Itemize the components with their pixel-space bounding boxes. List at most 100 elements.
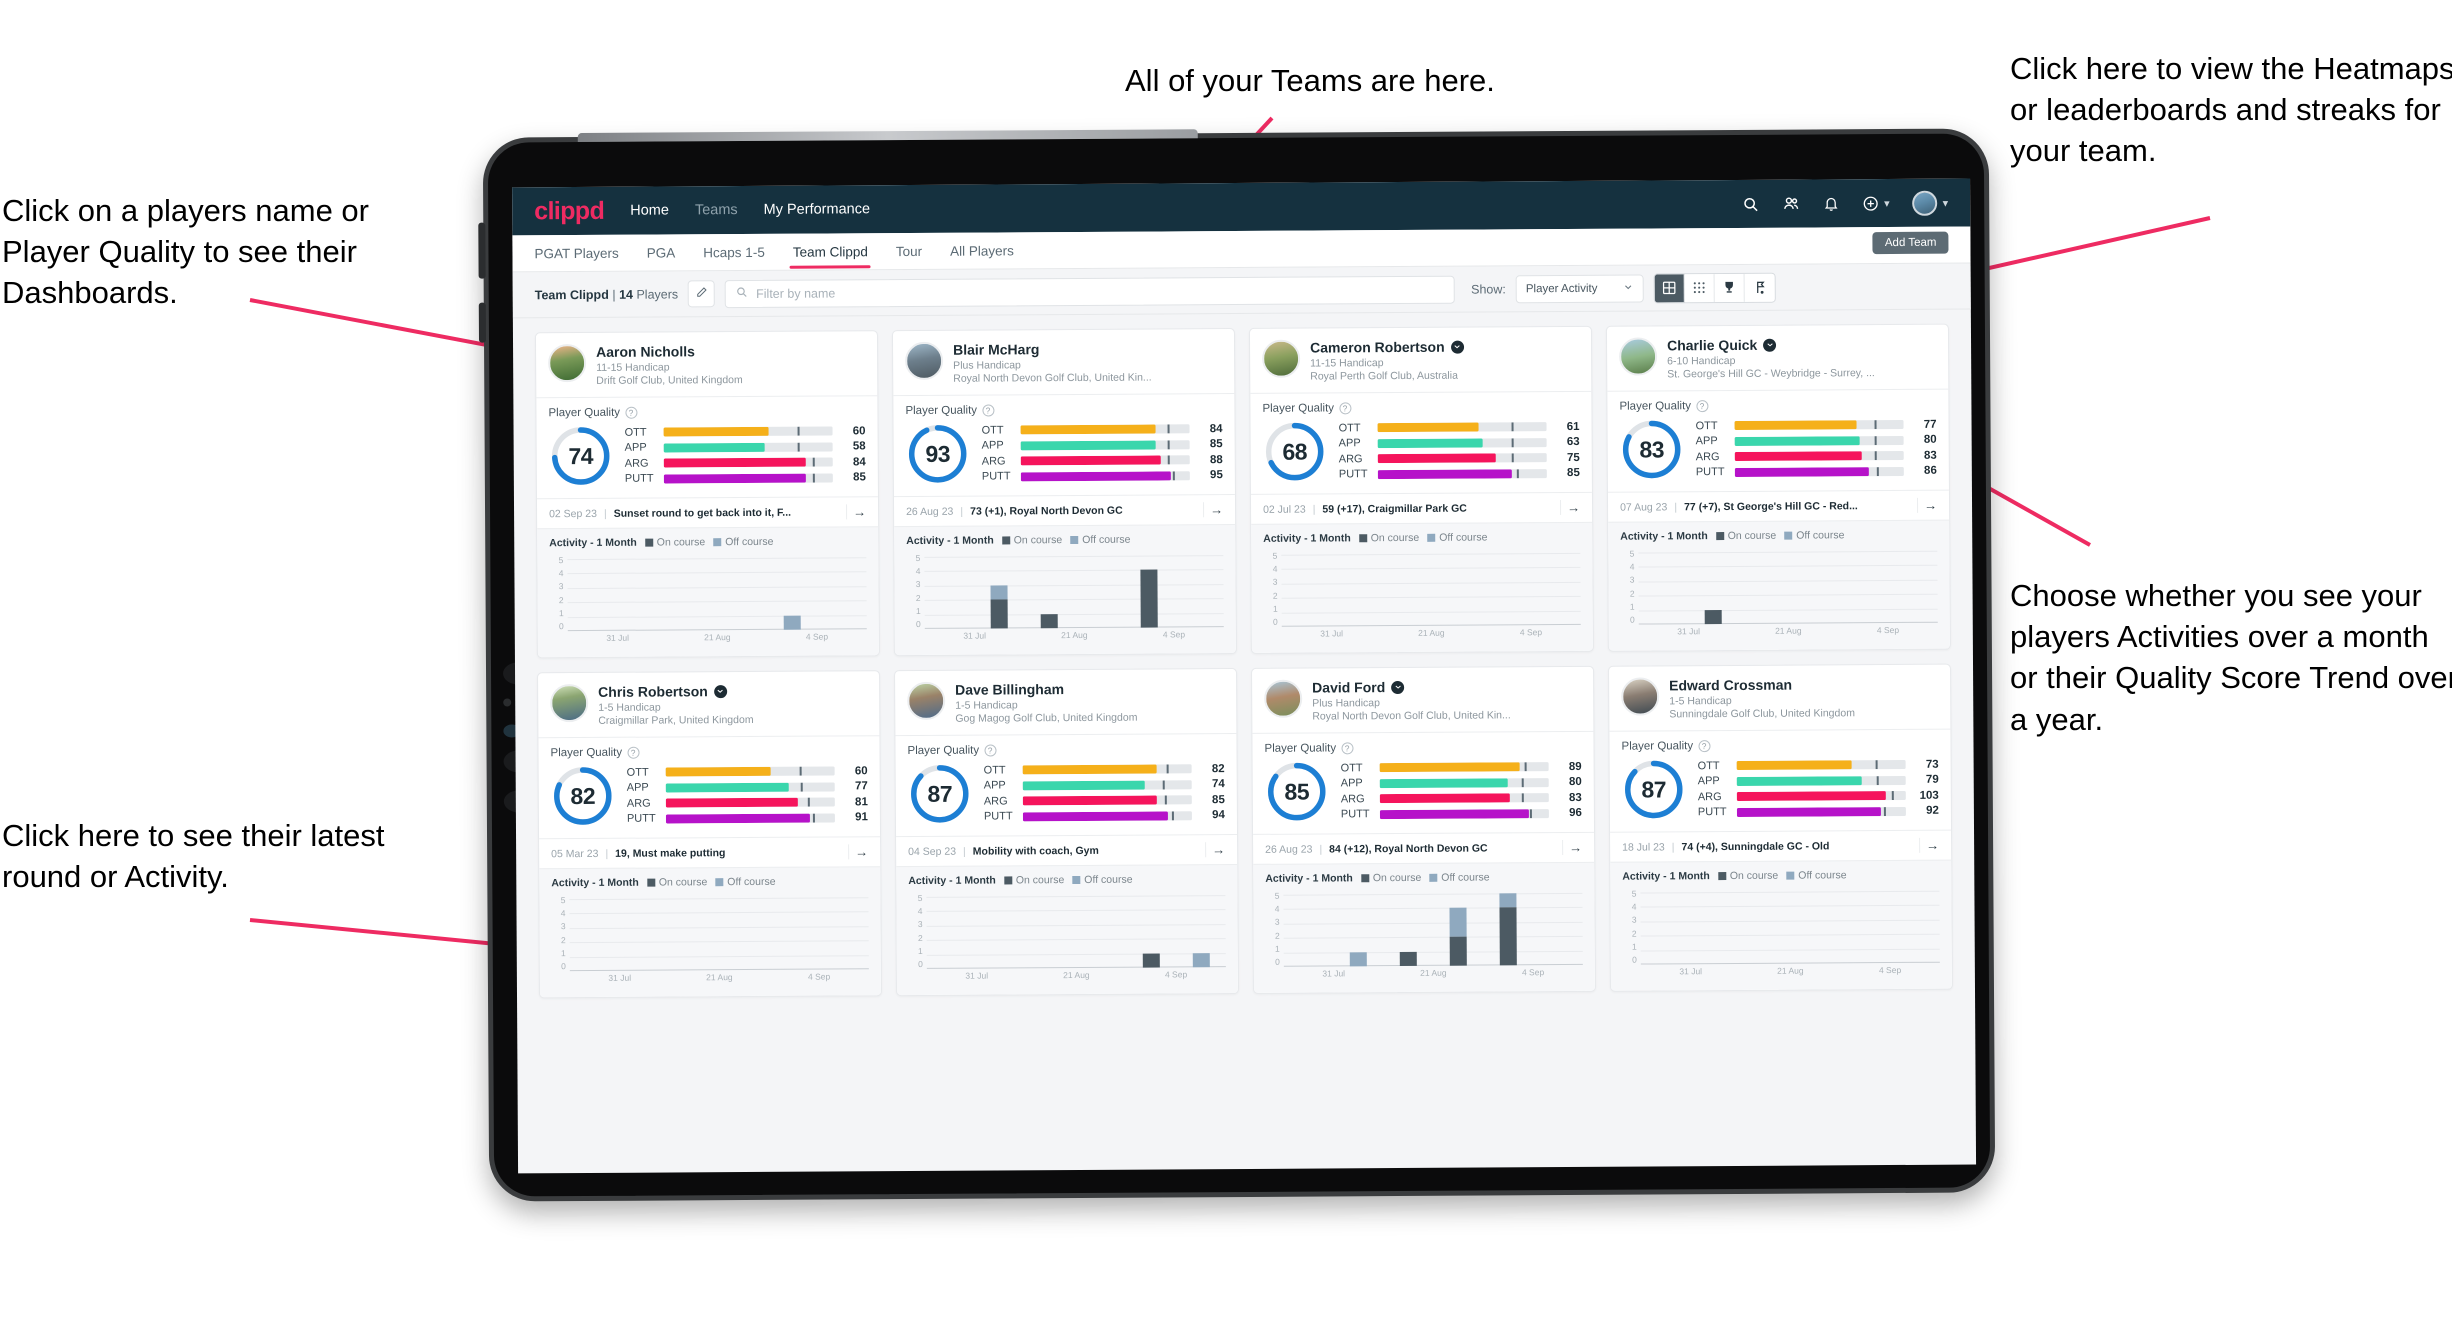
- arrow-right-icon[interactable]: →: [1562, 839, 1583, 856]
- arrow-right-icon[interactable]: →: [1919, 837, 1940, 853]
- player-avatar: [905, 341, 944, 381]
- chart-bar-slot: [1176, 895, 1226, 968]
- metric-value: 83: [1923, 449, 1937, 462]
- player-quality-block[interactable]: Player Quality ? 68 OTT 61 APP 63 ARG 75 PUTT 8…: [1250, 392, 1592, 494]
- player-quality-block[interactable]: Player Quality ? 82 OTT 60 APP 77 ARG 81 PUTT 9…: [538, 736, 880, 838]
- latest-round-row[interactable]: 26 Aug 23 | 84 (+12), Royal North Devon …: [1253, 831, 1595, 864]
- player-header[interactable]: Cameron Robertson 11-15 Handicap Royal P…: [1250, 327, 1591, 393]
- chart-y-axis: 543210: [917, 892, 923, 969]
- latest-round-row[interactable]: 26 Aug 23 | 73 (+1), Royal North Devon G…: [893, 494, 1236, 527]
- player-name[interactable]: Dave Billingham: [955, 681, 1064, 698]
- metric-track: [1736, 775, 1906, 786]
- player-quality-block[interactable]: Player Quality ? 85 OTT 89 APP 80 ARG 83 PUTT 9…: [1252, 732, 1594, 834]
- help-icon[interactable]: ?: [627, 746, 640, 759]
- tablet-volume-up-button[interactable]: [478, 222, 486, 279]
- nav-home[interactable]: Home: [630, 202, 669, 218]
- arrow-right-icon[interactable]: →: [1916, 497, 1938, 513]
- arrow-right-icon[interactable]: →: [1203, 502, 1224, 518]
- help-icon[interactable]: ?: [1341, 742, 1354, 755]
- player-name[interactable]: David Ford: [1312, 679, 1385, 695]
- player-name[interactable]: Chris Robertson: [598, 683, 708, 700]
- show-select[interactable]: Player Activity: [1515, 274, 1644, 303]
- player-name[interactable]: Blair McHarg: [953, 341, 1039, 358]
- help-icon[interactable]: ?: [1695, 400, 1709, 413]
- tab-team-clippd[interactable]: Team Clippd: [793, 233, 868, 270]
- arrow-right-icon[interactable]: →: [846, 504, 867, 520]
- latest-round-row[interactable]: 02 Jul 23 | 59 (+17), Craigmillar Park G…: [1250, 491, 1593, 524]
- metric-value: 75: [1566, 451, 1580, 464]
- player-name[interactable]: Edward Crossman: [1669, 677, 1792, 694]
- player-card[interactable]: Chris Robertson 1-5 Handicap Craigmillar…: [537, 670, 883, 999]
- player-quality-block[interactable]: Player Quality ? 93 OTT 84 APP 85 ARG 88 PUTT 9…: [893, 394, 1235, 496]
- bell-icon[interactable]: [1823, 195, 1839, 212]
- legend-on-course: On course: [1717, 870, 1778, 882]
- chart-bar-slot: [1688, 552, 1738, 625]
- plus-circle-icon[interactable]: ▾: [1862, 195, 1890, 212]
- metric-row-arg: ARG 83: [1696, 449, 1937, 462]
- player-header[interactable]: Blair McHarg Plus Handicap Royal North D…: [893, 329, 1234, 395]
- latest-round-row[interactable]: 05 Mar 23 | 19, Must make putting →: [539, 836, 881, 869]
- chart-bar-slot: [1076, 896, 1126, 968]
- player-quality-block[interactable]: Player Quality ? 83 OTT 77 APP 80 ARG 83 PUTT 8…: [1607, 390, 1949, 492]
- search-input[interactable]: [756, 282, 1445, 301]
- help-icon[interactable]: ?: [981, 404, 995, 417]
- player-name[interactable]: Cameron Robertson: [1310, 339, 1445, 356]
- tablet-volume-down-button[interactable]: [478, 302, 487, 343]
- nav-my-performance[interactable]: My Performance: [764, 201, 870, 218]
- player-card[interactable]: Blair McHarg Plus Handicap Royal North D…: [891, 328, 1237, 657]
- latest-round-row[interactable]: 04 Sep 23 | Mobility with coach, Gym →: [896, 834, 1238, 867]
- player-card[interactable]: David Ford Plus Handicap Royal North Dev…: [1251, 665, 1597, 994]
- metric-track: [1022, 764, 1192, 775]
- player-card[interactable]: Aaron Nicholls 11-15 Handicap Drift Golf…: [534, 330, 880, 659]
- tab-hcaps-1-5[interactable]: Hcaps 1-5: [703, 233, 765, 270]
- add-team-button[interactable]: Add Team: [1872, 231, 1949, 255]
- help-icon[interactable]: ?: [1338, 402, 1352, 415]
- player-handicap: Plus Handicap: [953, 359, 1021, 372]
- player-name[interactable]: Aaron Nicholls: [596, 343, 695, 360]
- flag-view-icon[interactable]: [1744, 273, 1775, 302]
- player-quality-block[interactable]: Player Quality ? 87 OTT 82 APP 74 ARG 85 PUTT 9…: [895, 734, 1237, 836]
- player-card[interactable]: Edward Crossman 1-5 Handicap Sunningdale…: [1608, 663, 1953, 992]
- tab-all-players[interactable]: All Players: [950, 232, 1014, 269]
- player-card[interactable]: Dave Billingham 1-5 Handicap Gog Magog G…: [894, 668, 1240, 997]
- metric-value: 85: [1211, 793, 1225, 806]
- help-icon[interactable]: ?: [984, 744, 997, 757]
- help-icon[interactable]: ?: [1698, 740, 1711, 753]
- chart-x-axis: 31 Jul 21 Aug 4 Sep: [606, 631, 829, 643]
- search-icon[interactable]: [1742, 195, 1759, 212]
- player-header[interactable]: Chris Robertson 1-5 Handicap Craigmillar…: [538, 671, 879, 737]
- avatar[interactable]: ▾: [1912, 190, 1949, 216]
- metric-track: [1022, 811, 1192, 822]
- activity-block: Activity - 1 Month On course Off course …: [1253, 861, 1595, 993]
- dots-grid-view-icon[interactable]: [1684, 273, 1715, 302]
- arrow-right-icon[interactable]: →: [1205, 842, 1226, 858]
- people-icon[interactable]: [1782, 195, 1800, 213]
- edit-team-button[interactable]: [688, 280, 716, 308]
- player-name[interactable]: Charlie Quick: [1667, 337, 1757, 354]
- arrow-right-icon[interactable]: →: [1559, 499, 1581, 516]
- tab-pgat-players[interactable]: PGAT Players: [534, 234, 619, 272]
- player-header[interactable]: Charlie Quick 6-10 Handicap St. George's…: [1607, 325, 1948, 391]
- latest-round-row[interactable]: 02 Sep 23 | Sunset round to get back int…: [536, 496, 879, 529]
- player-header[interactable]: David Ford Plus Handicap Royal North Dev…: [1252, 667, 1593, 733]
- player-card[interactable]: Cameron Robertson 11-15 Handicap Royal P…: [1248, 325, 1594, 654]
- search-field-wrapper[interactable]: [725, 275, 1456, 308]
- player-header[interactable]: Edward Crossman 1-5 Handicap Sunningdale…: [1609, 665, 1950, 731]
- help-icon[interactable]: ?: [625, 406, 638, 419]
- trophy-view-icon[interactable]: [1714, 273, 1745, 302]
- arrow-right-icon[interactable]: →: [848, 844, 869, 860]
- player-quality-block[interactable]: Player Quality ? 74 OTT 60 APP 58 ARG 84 PUTT 8…: [536, 396, 878, 498]
- tab-pga[interactable]: PGA: [647, 234, 676, 271]
- player-quality-block[interactable]: Player Quality ? 87 OTT 73 APP 79 ARG 103 PUTT…: [1609, 730, 1951, 832]
- player-header[interactable]: Dave Billingham 1-5 Handicap Gog Magog G…: [895, 669, 1236, 735]
- metric-row-ott: OTT 60: [627, 765, 868, 778]
- latest-round-row[interactable]: 18 Jul 23 | 74 (+4), Sunningdale GC - Ol…: [1610, 829, 1952, 862]
- player-card[interactable]: Charlie Quick 6-10 Handicap St. George's…: [1605, 323, 1951, 652]
- player-header[interactable]: Aaron Nicholls 11-15 Handicap Drift Golf…: [536, 331, 877, 397]
- tab-tour[interactable]: Tour: [896, 232, 922, 269]
- grid-view-icon[interactable]: [1654, 273, 1685, 302]
- latest-round-row[interactable]: 07 Aug 23 | 77 (+7), St George's Hill GC…: [1607, 489, 1950, 522]
- nav-teams[interactable]: Teams: [695, 202, 738, 218]
- clippd-logo[interactable]: clippd: [534, 196, 604, 225]
- metric-value: 58: [852, 440, 866, 453]
